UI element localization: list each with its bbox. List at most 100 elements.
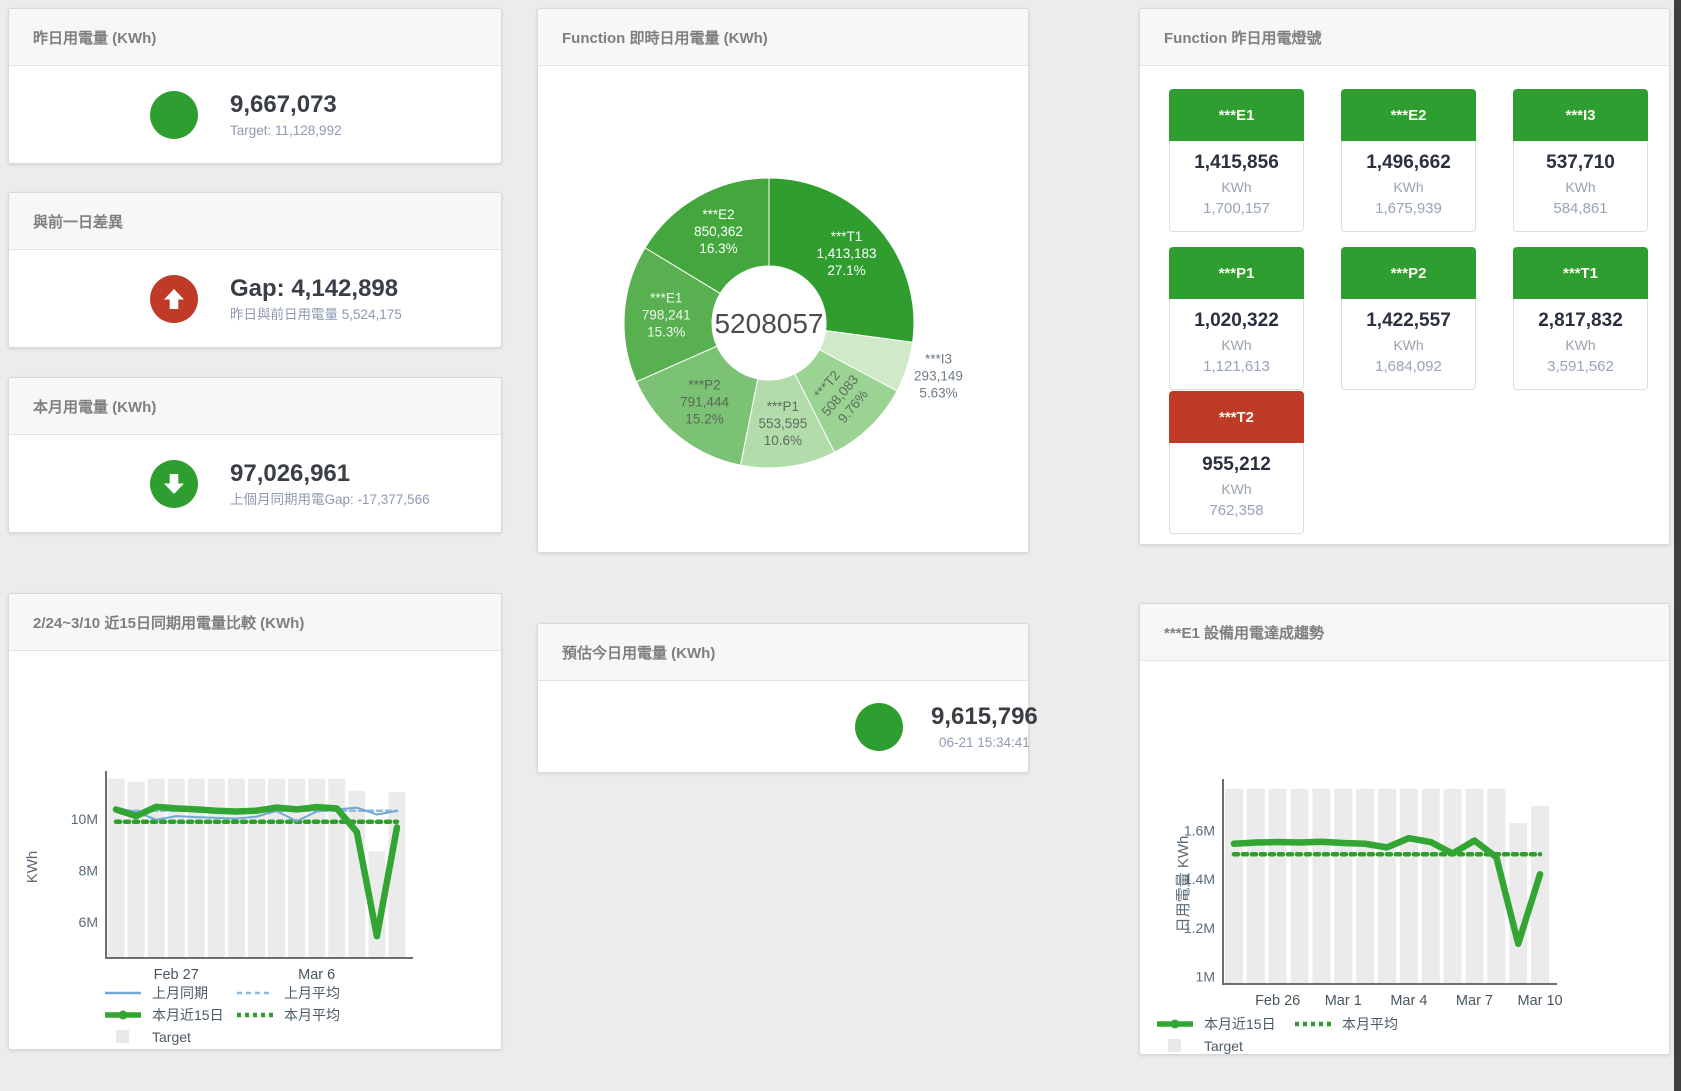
tile-body: 1,496,662KWh1,675,939 xyxy=(1341,141,1476,232)
panel-compare-15days: 2/24~3/10 近15日同期用電量比較 (KWh) 6M8M10MFeb 2… xyxy=(8,593,502,1050)
x-tick-label: Mar 10 xyxy=(1517,993,1562,1009)
tile-body: 1,415,856KWh1,700,157 xyxy=(1169,141,1304,232)
x-tick-label: Mar 1 xyxy=(1325,993,1362,1009)
stat-subtitle: 06-21 15:34:41 xyxy=(931,734,1038,752)
donut-slice-label: ***I3293,1495.63% xyxy=(914,351,963,400)
target-bar xyxy=(1269,789,1287,984)
panel-month-usage: 本月用電量 (KWh) 97,026,961 上個月同期用電Gap: -17,3… xyxy=(8,377,502,533)
target-bar xyxy=(1465,789,1483,984)
status-circle-green xyxy=(150,91,198,139)
tile-unit: KWh xyxy=(1170,478,1303,500)
legend-label: 本月近15日 xyxy=(152,1005,224,1025)
legend-item[interactable]: 本月近15日 xyxy=(104,1005,236,1025)
stat-value: Gap: 4,142,898 xyxy=(230,274,402,303)
target-bar xyxy=(1291,789,1309,984)
target-bar xyxy=(108,779,125,958)
donut-center-total: 5208057 xyxy=(714,308,823,339)
legend-item[interactable]: Target xyxy=(104,1029,236,1045)
stat-text: 97,026,961 上個月同期用電Gap: -17,377,566 xyxy=(230,459,430,509)
panel-diff-prev-day: 與前一日差異 Gap: 4,142,898 昨日與前日用電量 5,524,175 xyxy=(8,192,502,348)
legend-item[interactable]: Target xyxy=(1156,1038,1294,1054)
stat-subtitle: 昨日與前日用電量 5,524,175 xyxy=(230,306,402,324)
status-tile: ***E21,496,662KWh1,675,939 xyxy=(1341,89,1476,232)
legend-item[interactable]: 上月同期 xyxy=(104,983,236,1003)
tile-unit: KWh xyxy=(1170,176,1303,198)
tile-unit: KWh xyxy=(1342,334,1475,356)
y-axis-label: KWh xyxy=(24,851,41,884)
tile-unit: KWh xyxy=(1514,176,1647,198)
status-tile: ***T2955,212KWh762,358 xyxy=(1169,391,1304,534)
tile-label: ***E2 xyxy=(1341,89,1476,141)
status-circle-green xyxy=(855,703,903,751)
panel-yesterday-lights: Function 昨日用電燈號 ***E11,415,856KWh1,700,1… xyxy=(1139,8,1670,545)
stat-value: 97,026,961 xyxy=(230,459,430,488)
y-tick-label: 1M xyxy=(1196,969,1215,985)
trend-chart-legend: 本月近15日本月平均 Target xyxy=(1156,1016,1432,1060)
target-bar xyxy=(1378,789,1396,984)
status-tile: ***T12,817,832KWh3,591,562 xyxy=(1513,247,1648,390)
stat-subtitle: 上個月同期用電Gap: -17,377,566 xyxy=(230,491,430,509)
tile-body: 955,212KWh762,358 xyxy=(1169,443,1304,534)
tile-value: 2,817,832 xyxy=(1514,308,1647,334)
panel-title: 昨日用電量 (KWh) xyxy=(9,9,501,66)
legend-item[interactable]: 本月平均 xyxy=(236,1005,368,1025)
legend-label: 本月平均 xyxy=(284,1005,340,1025)
panel-title: 本月用電量 (KWh) xyxy=(9,378,501,435)
arrow-up-icon xyxy=(150,275,198,323)
status-tile: ***P11,020,322KWh1,121,613 xyxy=(1169,247,1304,390)
panel-title: 與前一日差異 xyxy=(9,193,501,250)
tile-value: 537,710 xyxy=(1514,150,1647,176)
tile-unit: KWh xyxy=(1170,334,1303,356)
tile-target: 762,358 xyxy=(1170,500,1303,522)
legend-swatch-dotted xyxy=(1294,1017,1332,1031)
status-tile: ***I3537,710KWh584,861 xyxy=(1513,89,1648,232)
legend-item[interactable]: 本月近15日 xyxy=(1156,1014,1294,1034)
legend-label: 上月同期 xyxy=(152,983,208,1003)
stat-value: 9,615,796 xyxy=(931,702,1038,731)
legend-label: Target xyxy=(1204,1038,1243,1054)
compare-15days-chart[interactable]: 6M8M10MFeb 27Mar 6KWh xyxy=(9,594,501,1049)
tile-target: 1,675,939 xyxy=(1342,198,1475,220)
tile-unit: KWh xyxy=(1514,334,1647,356)
tile-target: 3,591,562 xyxy=(1514,356,1647,378)
status-tile: ***P21,422,557KWh1,684,092 xyxy=(1341,247,1476,390)
stat-body: 97,026,961 上個月同期用電Gap: -17,377,566 xyxy=(9,435,501,532)
arrow-down-icon xyxy=(150,460,198,508)
tile-target: 1,684,092 xyxy=(1342,356,1475,378)
tile-label: ***P1 xyxy=(1169,247,1304,299)
legend-item[interactable]: 上月平均 xyxy=(236,983,368,1003)
tile-label: ***I3 xyxy=(1513,89,1648,141)
target-bar xyxy=(248,779,265,958)
realtime-usage-donut-chart[interactable]: ***T11,413,18327.1%***I3293,1495.63%***T… xyxy=(538,9,1028,552)
tile-value: 1,422,557 xyxy=(1342,308,1475,334)
legend-swatch-box xyxy=(104,1030,142,1044)
y-tick-label: 10M xyxy=(71,811,98,827)
tile-label: ***T2 xyxy=(1169,391,1304,443)
legend-swatch-thick xyxy=(1156,1017,1194,1031)
x-tick-label: Feb 26 xyxy=(1255,993,1300,1009)
legend-label: 上月平均 xyxy=(284,983,340,1003)
target-bar xyxy=(1444,789,1462,984)
tile-label: ***P2 xyxy=(1341,247,1476,299)
scrollbar[interactable] xyxy=(1674,0,1681,1091)
legend-label: Target xyxy=(152,1029,191,1045)
target-bar xyxy=(1247,789,1265,984)
tile-body: 1,020,322KWh1,121,613 xyxy=(1169,299,1304,390)
x-tick-label: Feb 27 xyxy=(154,967,199,983)
panel-e1-trend: ***E1 設備用電達成趨勢 1M1.2M1.4M1.6MFeb 26Mar 1… xyxy=(1139,603,1670,1055)
legend-swatch-thin xyxy=(104,986,142,1000)
tile-value: 1,020,322 xyxy=(1170,308,1303,334)
panel-title: 預估今日用電量 (KWh) xyxy=(538,624,1028,681)
panel-title: Function 昨日用電燈號 xyxy=(1140,9,1669,66)
stat-text: 9,615,796 06-21 15:34:41 xyxy=(931,702,1038,752)
target-bar xyxy=(208,779,225,958)
dashboard: 昨日用電量 (KWh) 9,667,073 Target: 11,128,992… xyxy=(0,0,1681,1091)
target-bar xyxy=(188,779,205,958)
tile-body: 1,422,557KWh1,684,092 xyxy=(1341,299,1476,390)
target-bar xyxy=(1334,789,1352,984)
stat-body: Gap: 4,142,898 昨日與前日用電量 5,524,175 xyxy=(9,250,501,347)
e1-trend-chart[interactable]: 1M1.2M1.4M1.6MFeb 26Mar 1Mar 4Mar 7Mar 1… xyxy=(1140,604,1669,1054)
tile-target: 1,121,613 xyxy=(1170,356,1303,378)
legend-item[interactable]: 本月平均 xyxy=(1294,1014,1432,1034)
legend-swatch-thick xyxy=(104,1008,142,1022)
